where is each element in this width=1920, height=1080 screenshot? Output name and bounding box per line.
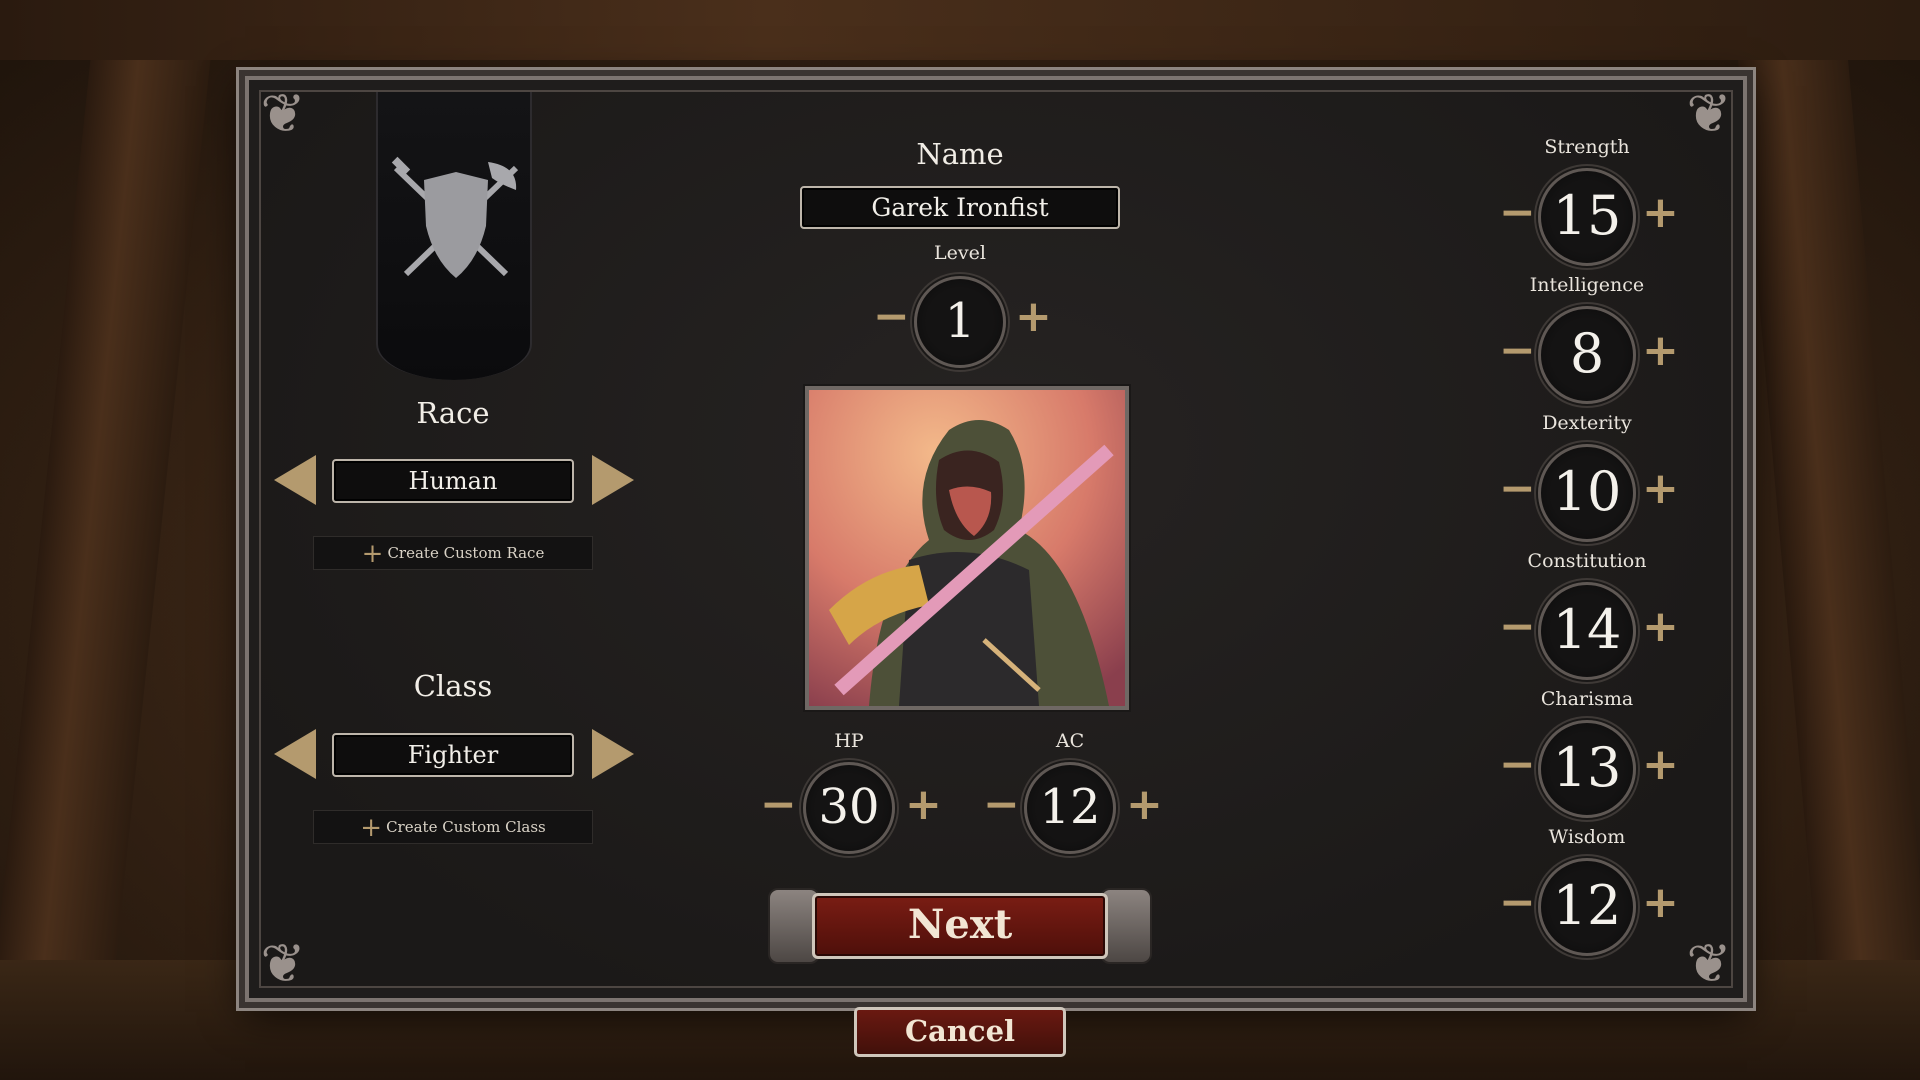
level-heading: Level: [934, 242, 986, 264]
race-value: Human: [332, 459, 574, 503]
class-value: Fighter: [332, 733, 574, 777]
hp-plus-icon[interactable]: +: [905, 783, 942, 827]
dexterity-dial: 10: [1538, 444, 1636, 542]
background-beam-right: [1732, 0, 1920, 1080]
class-next-arrow-icon[interactable]: [592, 729, 634, 779]
wisdom-label: Wisdom: [1548, 826, 1626, 848]
create-custom-class-button[interactable]: + Create Custom Class: [313, 810, 593, 844]
crossed-sword-axe-shield-icon: [391, 156, 519, 278]
level-dial: 1: [914, 276, 1006, 368]
plus-icon: +: [361, 539, 384, 569]
dexterity-label: Dexterity: [1542, 412, 1632, 434]
constitution-dial: 14: [1538, 582, 1636, 680]
level-plus-icon[interactable]: +: [1015, 295, 1052, 339]
intelligence-plus-icon[interactable]: +: [1642, 329, 1679, 373]
portrait-image: [809, 390, 1125, 706]
ac-heading: AC: [1055, 730, 1085, 752]
dexterity-plus-icon[interactable]: +: [1642, 467, 1679, 511]
hp-minus-icon[interactable]: −: [760, 783, 797, 827]
intelligence-minus-icon[interactable]: −: [1499, 329, 1536, 373]
strength-label: Strength: [1544, 136, 1630, 158]
charisma-plus-icon[interactable]: +: [1642, 743, 1679, 787]
wisdom-dial: 12: [1538, 858, 1636, 956]
name-field[interactable]: Garek Ironfist: [800, 186, 1120, 229]
character-portrait: [805, 386, 1129, 710]
constitution-plus-icon[interactable]: +: [1642, 605, 1679, 649]
race-prev-arrow-icon[interactable]: [274, 455, 316, 505]
ac-minus-icon[interactable]: −: [983, 783, 1020, 827]
corner-ornament-icon: ❦: [260, 82, 306, 145]
background-beam-top: [0, 0, 1920, 60]
class-heading: Class: [413, 669, 493, 703]
create-custom-race-label: Create Custom Race: [387, 544, 545, 562]
intelligence-dial: 8: [1538, 306, 1636, 404]
strength-dial: 15: [1538, 168, 1636, 266]
charisma-dial: 13: [1538, 720, 1636, 818]
hp-heading: HP: [834, 730, 864, 752]
charisma-label: Charisma: [1540, 688, 1634, 710]
constitution-label: Constitution: [1527, 550, 1647, 572]
corner-ornament-icon: ❦: [1686, 82, 1732, 145]
constitution-minus-icon[interactable]: −: [1499, 605, 1536, 649]
intelligence-label: Intelligence: [1529, 274, 1645, 296]
race-heading: Race: [416, 396, 490, 430]
name-heading: Name: [916, 137, 1004, 171]
corner-ornament-icon: ❦: [260, 932, 306, 995]
strength-plus-icon[interactable]: +: [1642, 191, 1679, 235]
ac-dial: 12: [1024, 762, 1116, 854]
dexterity-minus-icon[interactable]: −: [1499, 467, 1536, 511]
class-prev-arrow-icon[interactable]: [274, 729, 316, 779]
strength-minus-icon[interactable]: −: [1499, 191, 1536, 235]
race-next-arrow-icon[interactable]: [592, 455, 634, 505]
class-banner: [376, 92, 532, 380]
plus-icon: +: [360, 813, 383, 843]
create-custom-race-button[interactable]: + Create Custom Race: [313, 536, 593, 570]
wisdom-minus-icon[interactable]: −: [1499, 881, 1536, 925]
ac-plus-icon[interactable]: +: [1126, 783, 1163, 827]
create-custom-class-label: Create Custom Class: [386, 818, 546, 836]
corner-ornament-icon: ❦: [1686, 932, 1732, 995]
charisma-minus-icon[interactable]: −: [1499, 743, 1536, 787]
level-minus-icon[interactable]: −: [873, 295, 910, 339]
next-button[interactable]: Next: [812, 893, 1108, 959]
hp-dial: 30: [803, 762, 895, 854]
background-beam-left: [0, 0, 217, 1080]
cancel-button[interactable]: Cancel: [854, 1007, 1066, 1057]
wisdom-plus-icon[interactable]: +: [1642, 881, 1679, 925]
